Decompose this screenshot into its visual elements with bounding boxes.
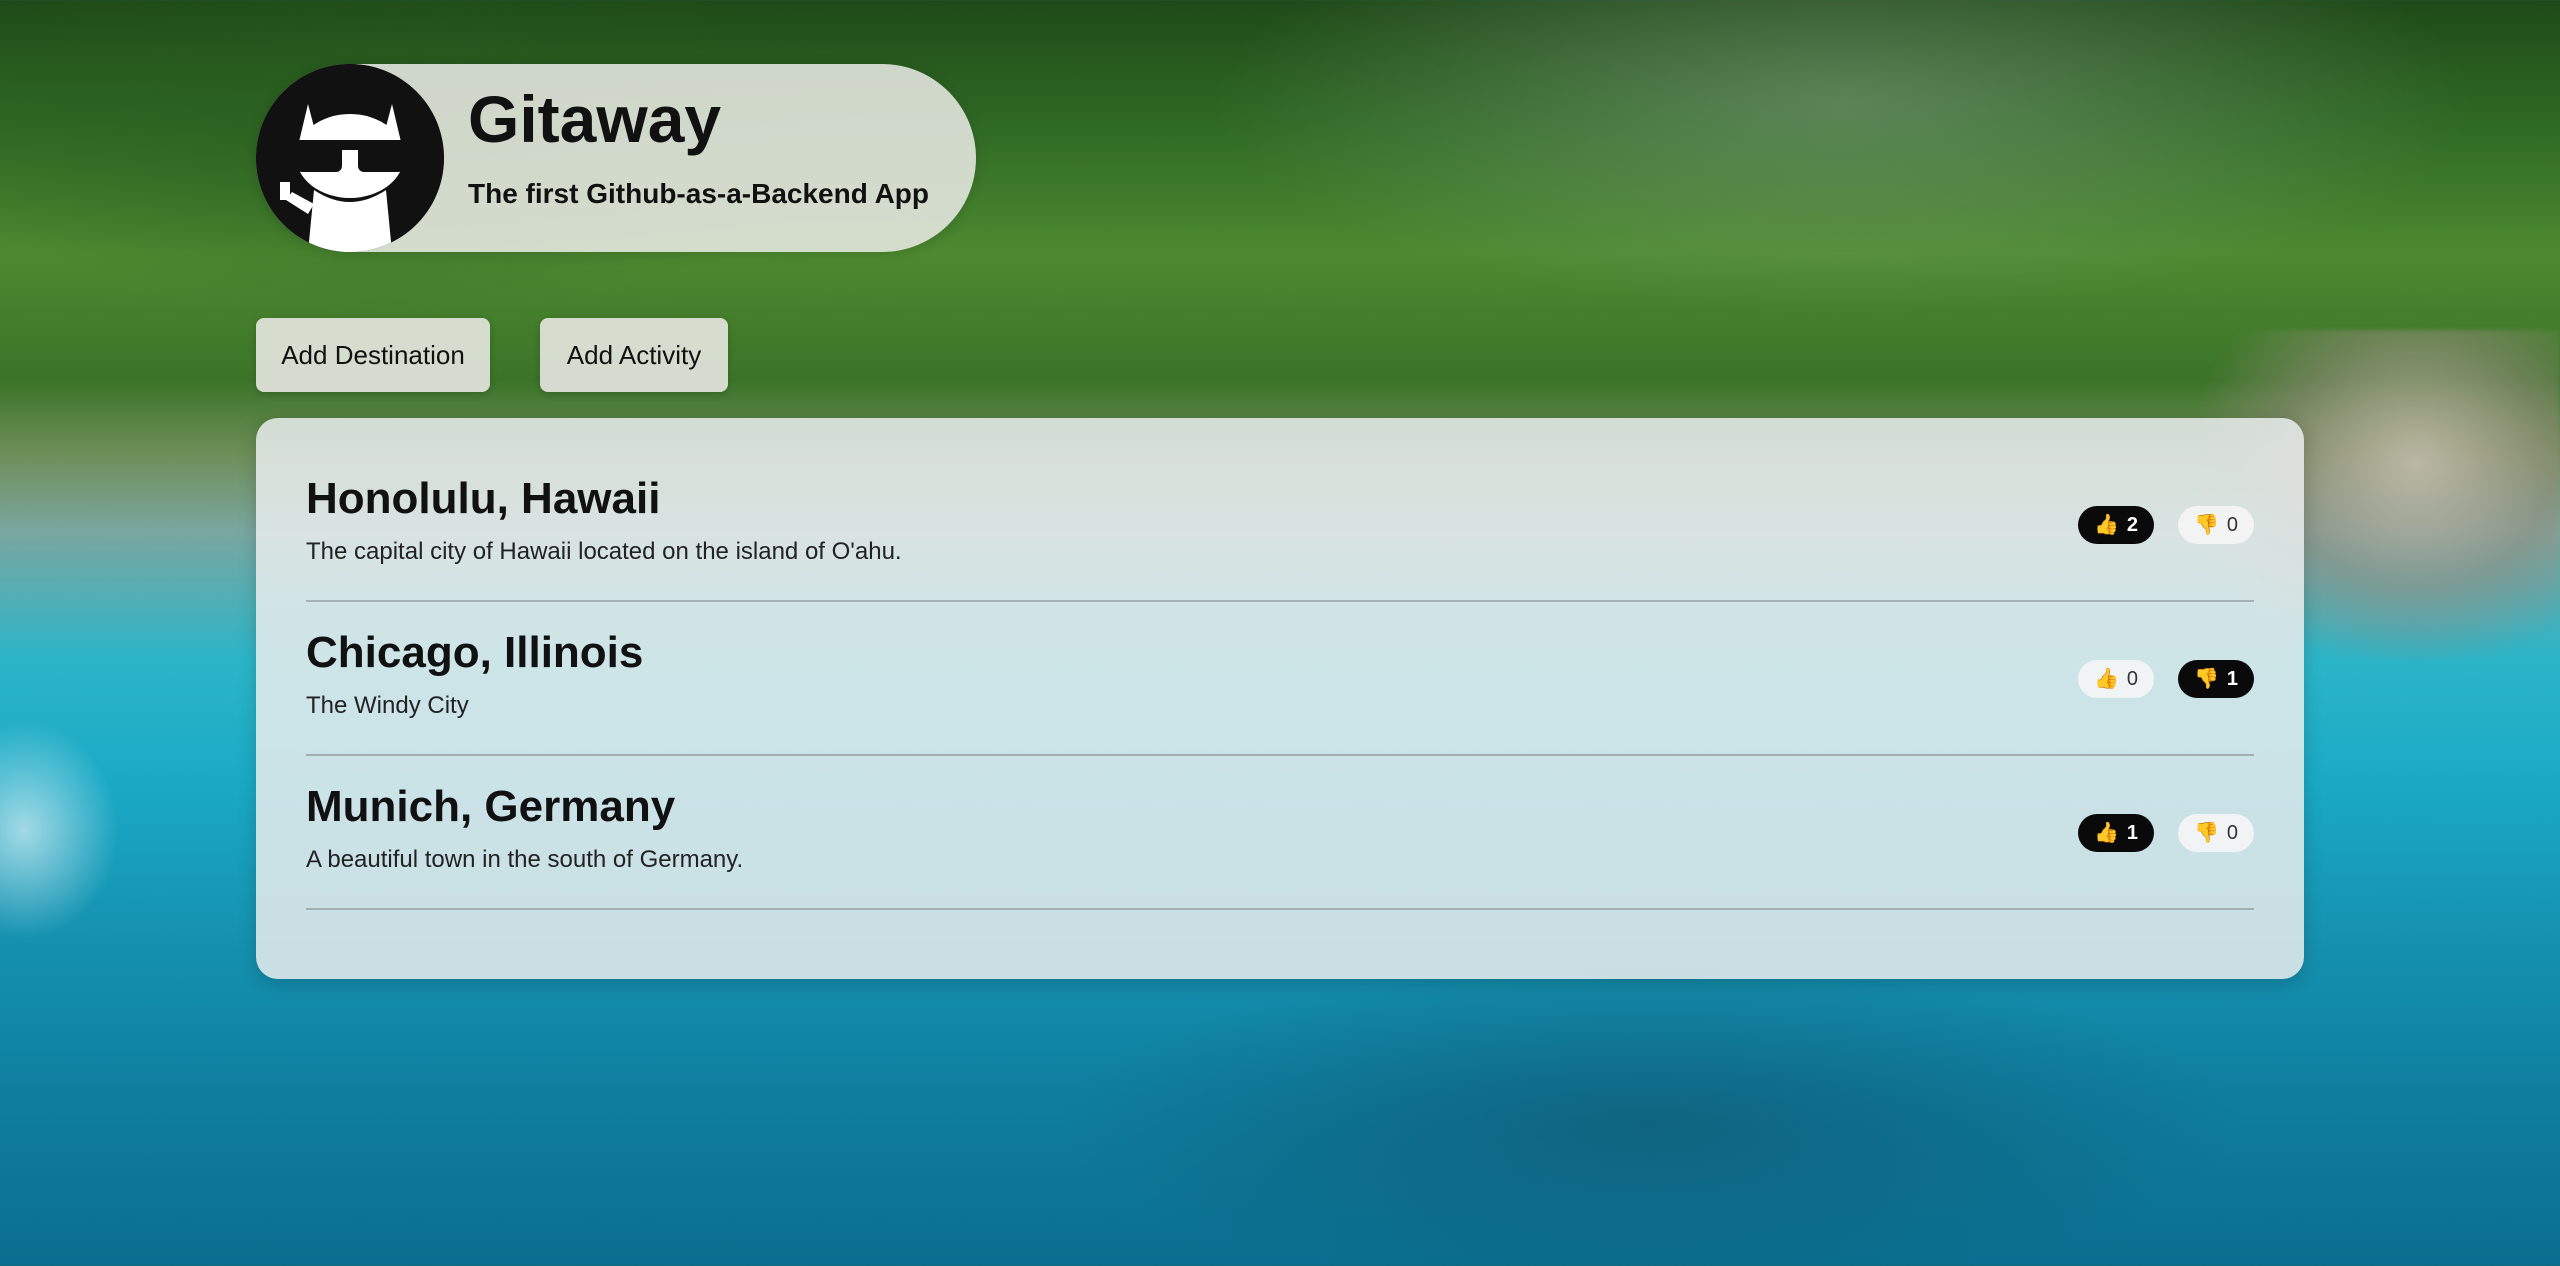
upvote-button[interactable]: 👍 1: [2078, 814, 2154, 852]
downvote-button[interactable]: 👎 1: [2178, 660, 2254, 698]
downvote-count: 0: [2226, 513, 2239, 536]
thumbs-down-icon: 👎: [2193, 668, 2219, 690]
add-activity-button[interactable]: Add Activity: [540, 318, 728, 392]
thumbs-up-icon: 👍: [2093, 668, 2119, 690]
app-title: Gitaway: [468, 82, 722, 156]
upvote-count: 0: [2126, 667, 2139, 690]
background-deep-water: [1050, 960, 2250, 1266]
upvote-count: 1: [2126, 821, 2139, 844]
background-foam: [0, 720, 120, 940]
destination-description: A beautiful town in the south of Germany…: [306, 846, 744, 873]
upvote-count: 2: [2126, 513, 2139, 536]
destination-item: Honolulu, Hawaii The capital city of Haw…: [306, 448, 2254, 602]
destination-description: The Windy City: [306, 692, 469, 719]
thumbs-down-icon: 👎: [2193, 514, 2219, 536]
upvote-button[interactable]: 👍 2: [2078, 506, 2154, 544]
add-destination-button[interactable]: Add Destination: [256, 318, 490, 392]
downvote-button[interactable]: 👎 0: [2178, 506, 2254, 544]
thumbs-up-icon: 👍: [2093, 514, 2119, 536]
downvote-count: 0: [2226, 821, 2239, 844]
destination-description: The capital city of Hawaii located on th…: [306, 538, 902, 565]
destination-title: Honolulu, Hawaii: [306, 474, 661, 523]
octocat-sunglasses-icon: [256, 64, 444, 252]
destination-item: Munich, Germany A beautiful town in the …: [306, 756, 2254, 910]
destination-title: Chicago, Illinois: [306, 628, 644, 677]
destination-item: Chicago, Illinois The Windy City 👍 0 👎 1: [306, 602, 2254, 756]
thumbs-down-icon: 👎: [2193, 822, 2219, 844]
destination-title: Munich, Germany: [306, 782, 676, 831]
downvote-count: 1: [2226, 667, 2239, 690]
upvote-button[interactable]: 👍 0: [2078, 660, 2154, 698]
app-header: Gitaway The first Github-as-a-Backend Ap…: [256, 64, 976, 252]
thumbs-up-icon: 👍: [2093, 822, 2119, 844]
app-subtitle: The first Github-as-a-Backend App: [468, 178, 930, 209]
destinations-card: Honolulu, Hawaii The capital city of Haw…: [256, 418, 2304, 979]
downvote-button[interactable]: 👎 0: [2178, 814, 2254, 852]
